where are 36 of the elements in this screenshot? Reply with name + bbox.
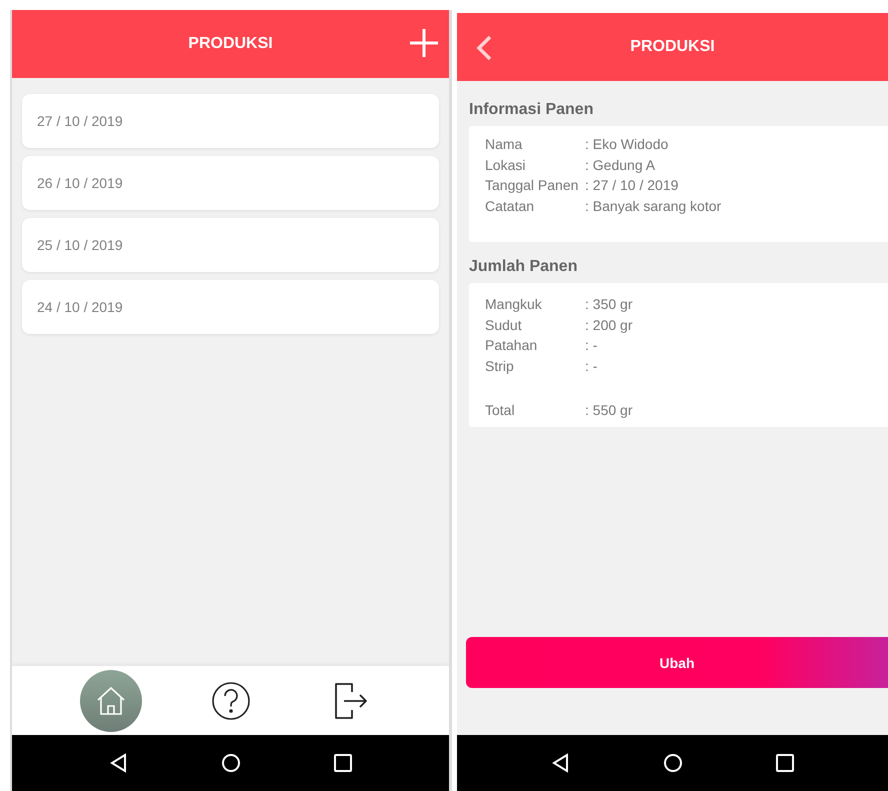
field-label: Mangkuk	[485, 295, 543, 314]
home-circle-icon[interactable]	[220, 753, 240, 773]
date-list-item[interactable]: 24 / 10 / 2019	[22, 280, 439, 334]
field-value: : Gedung A	[585, 156, 656, 175]
recents-square-icon[interactable]	[774, 753, 794, 773]
add-icon[interactable]	[409, 28, 439, 58]
recents-square-icon[interactable]	[332, 753, 352, 773]
edit-button[interactable]: Ubah	[466, 637, 888, 688]
field-label: Sudut	[485, 316, 523, 334]
home-circle-icon[interactable]	[662, 753, 682, 773]
back-triangle-icon[interactable]	[550, 753, 570, 773]
field-value: : 27 / 10 / 2019	[585, 176, 678, 195]
field-value: : Eko Widodo	[585, 135, 668, 154]
section-heading: Informasi Panen	[469, 101, 594, 119]
field-value: : 350 gr	[585, 295, 632, 314]
date-list-item[interactable]: 26 / 10 / 2019	[22, 156, 439, 210]
help-icon	[210, 680, 250, 720]
field-value: : 200 gr	[585, 316, 632, 335]
field-value: : -	[585, 336, 598, 355]
section-heading: Jumlah Panen	[469, 258, 578, 276]
screen-title: PRODUKSI	[188, 35, 273, 53]
field-label: Nama	[485, 135, 524, 154]
field-label: Catatan	[485, 196, 536, 216]
total-label: Total	[485, 401, 516, 420]
field-label: Patahan	[485, 336, 538, 355]
field-label: Tanggal Panen	[485, 176, 580, 195]
field-label: Strip	[485, 356, 515, 376]
back-chevron-icon[interactable]	[475, 35, 493, 61]
field-value: : -	[585, 356, 598, 376]
screen-title: PRODUKSI	[630, 38, 715, 56]
date-list-item[interactable]: 25 / 10 / 2019	[22, 218, 439, 272]
field-value: : Banyak sarang kotor	[585, 196, 722, 216]
date-list-item[interactable]: 27 / 10 / 2019	[22, 94, 439, 148]
total-value: : 550 gr	[585, 401, 632, 420]
field-label: Lokasi	[485, 156, 526, 174]
back-triangle-icon[interactable]	[108, 753, 128, 773]
